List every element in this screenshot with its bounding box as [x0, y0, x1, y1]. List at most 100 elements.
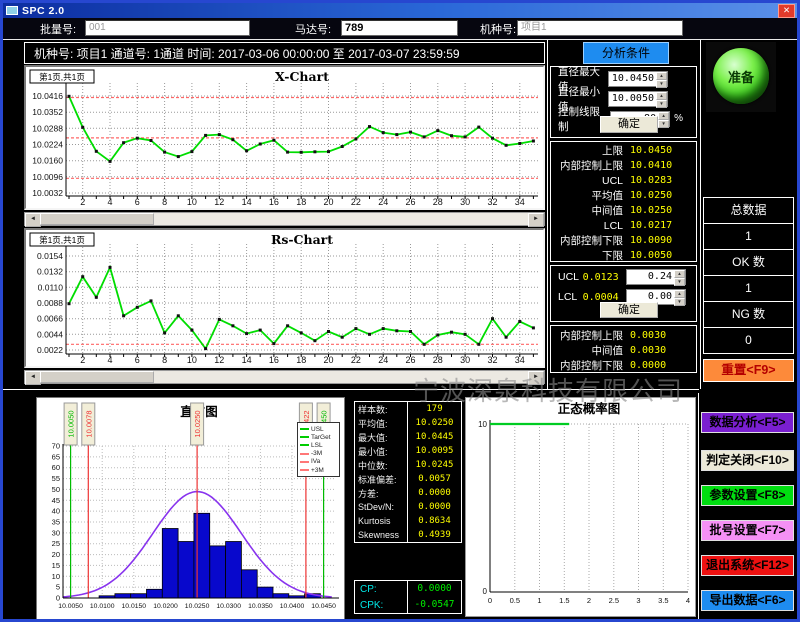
svg-text:10: 10: [52, 572, 60, 581]
analyze-conditions-button[interactable]: 分析条件: [583, 42, 669, 64]
legend-dash-icon: [300, 453, 309, 455]
svg-text:0.5: 0.5: [510, 596, 520, 605]
limit-label: 中间值: [557, 203, 630, 218]
ucl-row: UCL 0.0123 0.24▲▼: [551, 266, 696, 286]
cp-label: CP:: [355, 584, 407, 595]
counter-value-cell: 1: [703, 275, 794, 302]
svg-text:50: 50: [52, 485, 60, 494]
data-analysis-button[interactable]: 数据分析<F5>: [701, 412, 794, 433]
stat-row: 标准偏差:0.0057: [355, 472, 461, 486]
x-chart-scrollbar[interactable]: ◄ ►: [24, 212, 545, 226]
motor-label: 马达号:: [295, 21, 331, 37]
stat-label: Kurtosis: [355, 516, 407, 526]
machine-input[interactable]: 项目1: [517, 20, 683, 36]
spinner-arrows-icon[interactable]: ▲▼: [674, 270, 685, 284]
counter-value-cell: 1: [703, 223, 794, 250]
spinner-arrows-icon[interactable]: ▲▼: [674, 290, 685, 304]
limit-value: 0.0000: [630, 360, 690, 371]
reset-button[interactable]: 重置<F9>: [703, 359, 794, 382]
scroll-right-button[interactable]: ►: [528, 213, 544, 227]
scroll-thumb[interactable]: [40, 213, 154, 225]
limit-row: LCL10.0217: [551, 218, 696, 233]
ready-indicator[interactable]: 准备: [706, 42, 776, 112]
spinner-arrows-icon[interactable]: ▲▼: [656, 92, 667, 106]
stat-value: 179: [407, 402, 461, 416]
diameter-min-spinner[interactable]: 10.0050▲▼: [608, 91, 668, 107]
limit-row: 平均值10.0250: [551, 188, 696, 203]
svg-text:10.0352: 10.0352: [32, 107, 63, 117]
svg-text:10.0400: 10.0400: [280, 603, 305, 610]
svg-text:60: 60: [52, 463, 60, 472]
exit-system-button[interactable]: 退出系统<F12>: [701, 555, 794, 576]
svg-text:40: 40: [52, 507, 60, 516]
diameter-max-spinner[interactable]: 10.0450▲▼: [608, 71, 668, 87]
svg-text:10.0300: 10.0300: [216, 603, 241, 610]
legend-dash-icon: [300, 428, 309, 430]
batch-settings-button[interactable]: 批号设置<F7>: [701, 520, 794, 541]
scroll-left-button[interactable]: ◄: [25, 213, 41, 227]
limit-label: 上限: [557, 143, 630, 158]
judge-close-button[interactable]: 判定关闭<F10>: [701, 450, 794, 471]
rs-chart-scrollbar[interactable]: ◄ ►: [24, 370, 545, 384]
stat-row: 样本数:179: [355, 402, 461, 416]
stat-value: 10.0250: [407, 416, 461, 430]
svg-text:10.0096: 10.0096: [32, 172, 63, 182]
stat-row: 中位数:10.0245: [355, 458, 461, 472]
stat-value: 0.0000: [407, 486, 461, 500]
window-title: SPC 2.0: [22, 5, 65, 17]
stat-row: Skewness0.4939: [355, 528, 461, 542]
svg-text:0.0154: 0.0154: [37, 251, 63, 261]
rs-chart: 2468101214161820222426283032340.01540.01…: [24, 228, 545, 368]
scroll-left-button[interactable]: ◄: [25, 371, 41, 385]
svg-text:15: 15: [52, 561, 60, 570]
confirm-button[interactable]: 确定: [600, 116, 658, 133]
legend-dash-icon: [300, 469, 309, 471]
svg-text:0.0066: 0.0066: [37, 314, 63, 324]
x-chart: 24681012141618202224262830323410.041610.…: [24, 65, 545, 210]
stat-label: 最小值:: [355, 445, 407, 458]
cpk-label: CPK:: [355, 600, 407, 611]
svg-text:10.0100: 10.0100: [90, 603, 115, 610]
svg-text:2: 2: [587, 596, 591, 605]
limit-value: 10.0050: [630, 250, 690, 261]
counter-header-cell: NG 数: [703, 301, 794, 328]
svg-text:X-Chart: X-Chart: [275, 69, 329, 84]
confirm-button[interactable]: 确定: [600, 302, 658, 318]
export-data-button[interactable]: 导出数据<F6>: [701, 590, 794, 611]
spinner-arrows-icon[interactable]: ▲▼: [656, 72, 667, 86]
cp-value: 0.0000: [407, 581, 461, 597]
svg-text:5: 5: [56, 583, 60, 592]
separator: [3, 389, 699, 390]
svg-text:10.0160: 10.0160: [32, 156, 63, 166]
rs-limits-box: 内部控制上限0.0030中间值0.0030内部控制下限0.0000: [550, 325, 697, 373]
svg-text:20: 20: [52, 550, 60, 559]
svg-text:10.0250: 10.0250: [185, 603, 210, 610]
title-bar[interactable]: SPC 2.0 ✕: [3, 3, 797, 18]
param-settings-button[interactable]: 参数设置<F8>: [701, 485, 794, 506]
stat-row: StDev/N:0.0000: [355, 500, 461, 514]
stat-value: 10.0245: [407, 458, 461, 472]
limit-row: 下限10.0050: [551, 248, 696, 263]
motor-input[interactable]: 789: [341, 20, 458, 36]
counter-header-cell: OK 数: [703, 249, 794, 276]
batch-input[interactable]: 001: [85, 20, 250, 36]
svg-text:正态概率图: 正态概率图: [558, 401, 621, 416]
svg-text:3.5: 3.5: [658, 596, 668, 605]
statistics-panel: 样本数:179平均值:10.0250最大值:10.0445最小值:10.0095…: [354, 401, 462, 543]
separator: [547, 40, 548, 389]
svg-text:10.0032: 10.0032: [32, 188, 63, 198]
legend-entry: -3M: [299, 450, 338, 458]
scroll-thumb[interactable]: [40, 371, 154, 383]
counter-value-cell: 0: [703, 327, 794, 354]
legend-label: -3M: [311, 450, 322, 457]
ucl-spinner[interactable]: 0.24▲▼: [626, 269, 686, 285]
svg-text:0.0110: 0.0110: [38, 282, 64, 292]
limit-label: 内部控制上限: [557, 158, 630, 173]
scroll-right-button[interactable]: ►: [528, 371, 544, 385]
stat-row: 最大值:10.0445: [355, 430, 461, 444]
limit-value: 10.0283: [630, 175, 690, 186]
close-button[interactable]: ✕: [778, 4, 795, 18]
spinner-arrows-icon[interactable]: ▲▼: [658, 112, 669, 126]
limit-row: 中间值0.0030: [551, 343, 696, 358]
svg-text:55: 55: [52, 474, 60, 483]
